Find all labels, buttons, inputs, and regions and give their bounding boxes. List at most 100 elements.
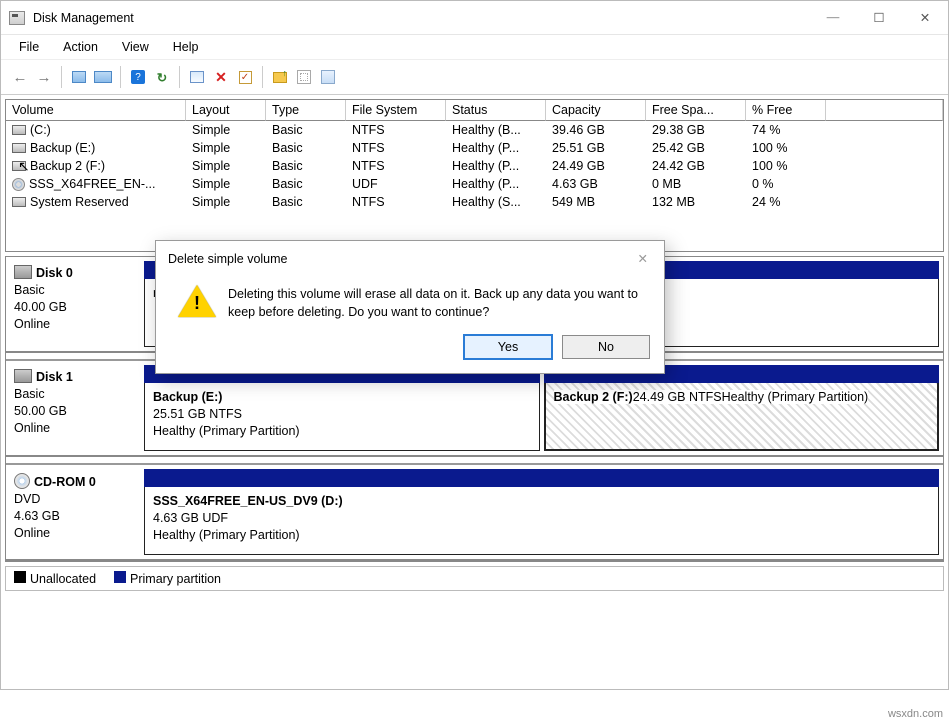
volume-cell[interactable]: UDF (346, 175, 446, 193)
column-header[interactable]: Volume (6, 100, 186, 121)
volume-cell[interactable]: 24.42 GB (646, 157, 746, 175)
volume-cell[interactable]: Basic (266, 139, 346, 157)
minimize-button[interactable]: — (810, 1, 856, 34)
apply-button[interactable]: ✓ (234, 66, 256, 88)
volume-cell[interactable]: 100 % (746, 157, 826, 175)
volume-cell[interactable]: 24 % (746, 193, 826, 211)
cd-icon (12, 178, 25, 191)
volume-cell[interactable]: Simple (186, 139, 266, 157)
column-header[interactable]: Capacity (546, 100, 646, 121)
volume-cell[interactable]: (C:) (6, 121, 186, 139)
volume-cell[interactable]: SSS_X64FREE_EN-... (6, 175, 186, 193)
menu-help[interactable]: Help (163, 38, 209, 56)
volume-list[interactable]: VolumeLayoutTypeFile SystemStatusCapacit… (5, 99, 944, 252)
volume-cell[interactable]: 100 % (746, 139, 826, 157)
disk-info: CD-ROM 0DVD4.63 GBOnline (10, 469, 140, 555)
volume-cell[interactable]: 39.46 GB (546, 121, 646, 139)
volume-cell[interactable]: Basic (266, 121, 346, 139)
folder-up-button[interactable] (269, 66, 291, 88)
volume-cell[interactable]: Simple (186, 157, 266, 175)
volume-cell[interactable]: 549 MB (546, 193, 646, 211)
column-header[interactable]: % Free (746, 100, 826, 121)
partition[interactable]: Backup 2 (F:)24.49 GB NTFSHealthy (Prima… (544, 365, 940, 451)
volume-cell[interactable]: NTFS (346, 157, 446, 175)
settings-button[interactable] (317, 66, 339, 88)
volume-cell[interactable]: 25.51 GB (546, 139, 646, 157)
volume-cell[interactable]: 0 % (746, 175, 826, 193)
delete-button[interactable]: ✕ (210, 66, 232, 88)
volume-cell[interactable]: 24.49 GB (546, 157, 646, 175)
connect-button[interactable] (186, 66, 208, 88)
refresh-button[interactable] (151, 66, 173, 88)
show-hide-tree-button[interactable] (68, 66, 90, 88)
forward-button[interactable] (33, 66, 55, 88)
column-header[interactable]: Status (446, 100, 546, 121)
volume-cell[interactable]: Healthy (B... (446, 121, 546, 139)
window-title: Disk Management (33, 11, 134, 25)
swatch-primary (114, 571, 126, 583)
column-header[interactable]: File System (346, 100, 446, 121)
volume-cell[interactable]: Healthy (P... (446, 175, 546, 193)
disk-state: Online (14, 525, 138, 542)
volume-cell[interactable]: Healthy (S... (446, 193, 546, 211)
menu-file[interactable]: File (9, 38, 49, 56)
volume-cell[interactable]: 74 % (746, 121, 826, 139)
volume-cell[interactable]: System Reserved (6, 193, 186, 211)
volume-cell[interactable]: Backup 2 (F:)↖ (6, 157, 186, 175)
disk-size: 40.00 GB (14, 299, 138, 316)
properties-button[interactable] (293, 66, 315, 88)
volume-cell[interactable]: 29.38 GB (646, 121, 746, 139)
partition-status: Healthy (Primary Partition) (153, 423, 531, 440)
dialog-title: Delete simple volume (168, 252, 288, 266)
legend-unallocated: Unallocated (30, 572, 96, 586)
partition-color-bar (144, 469, 939, 487)
yes-button[interactable]: Yes (464, 335, 552, 359)
partition-body[interactable]: Backup 2 (F:)24.49 GB NTFSHealthy (Prima… (544, 383, 940, 451)
volume-cell[interactable]: Healthy (P... (446, 139, 546, 157)
toolbar: ? ✕ ✓ (1, 59, 948, 95)
partition-body[interactable]: SSS_X64FREE_EN-US_DV9 (D:)4.63 GB UDFHea… (144, 487, 939, 555)
column-header[interactable]: Free Spa... (646, 100, 746, 121)
customize-view-button[interactable] (92, 66, 114, 88)
disk-type: DVD (14, 491, 138, 508)
menu-action[interactable]: Action (53, 38, 108, 56)
volume-cell[interactable]: Basic (266, 157, 346, 175)
legend: Unallocated Primary partition (5, 566, 944, 591)
partition[interactable]: SSS_X64FREE_EN-US_DV9 (D:)4.63 GB UDFHea… (144, 469, 939, 555)
volume-cell[interactable]: Basic (266, 193, 346, 211)
partition[interactable]: Backup (E:)25.51 GB NTFSHealthy (Primary… (144, 365, 540, 451)
volume-cell[interactable] (826, 139, 943, 157)
column-header[interactable]: Layout (186, 100, 266, 121)
volume-cell[interactable] (826, 121, 943, 139)
volume-cell[interactable]: NTFS (346, 193, 446, 211)
disk-type: Basic (14, 386, 138, 403)
close-button[interactable]: ✕ (902, 1, 948, 34)
volume-cell[interactable]: Backup (E:) (6, 139, 186, 157)
no-button[interactable]: No (562, 335, 650, 359)
back-button[interactable] (9, 66, 31, 88)
volume-cell[interactable]: Healthy (P... (446, 157, 546, 175)
partition-body[interactable]: Backup (E:)25.51 GB NTFSHealthy (Primary… (144, 383, 540, 451)
disk-title: Disk 0 (36, 266, 73, 280)
partition-fs: 24.49 GB NTFS (633, 390, 722, 404)
maximize-button[interactable]: ☐ (856, 1, 902, 34)
volume-cell[interactable] (826, 193, 943, 211)
volume-cell[interactable]: 0 MB (646, 175, 746, 193)
disk-state: Online (14, 420, 138, 437)
hard-disk-icon (14, 265, 32, 279)
volume-cell[interactable] (826, 175, 943, 193)
dialog-close-button[interactable]: ✕ (632, 249, 654, 269)
volume-cell[interactable]: NTFS (346, 139, 446, 157)
help-button[interactable]: ? (127, 66, 149, 88)
volume-cell[interactable]: Simple (186, 175, 266, 193)
volume-cell[interactable] (826, 157, 943, 175)
volume-cell[interactable]: Simple (186, 193, 266, 211)
volume-cell[interactable]: 4.63 GB (546, 175, 646, 193)
volume-cell[interactable]: Simple (186, 121, 266, 139)
volume-cell[interactable]: 132 MB (646, 193, 746, 211)
menu-view[interactable]: View (112, 38, 159, 56)
column-header[interactable]: Type (266, 100, 346, 121)
volume-cell[interactable]: NTFS (346, 121, 446, 139)
volume-cell[interactable]: 25.42 GB (646, 139, 746, 157)
volume-cell[interactable]: Basic (266, 175, 346, 193)
